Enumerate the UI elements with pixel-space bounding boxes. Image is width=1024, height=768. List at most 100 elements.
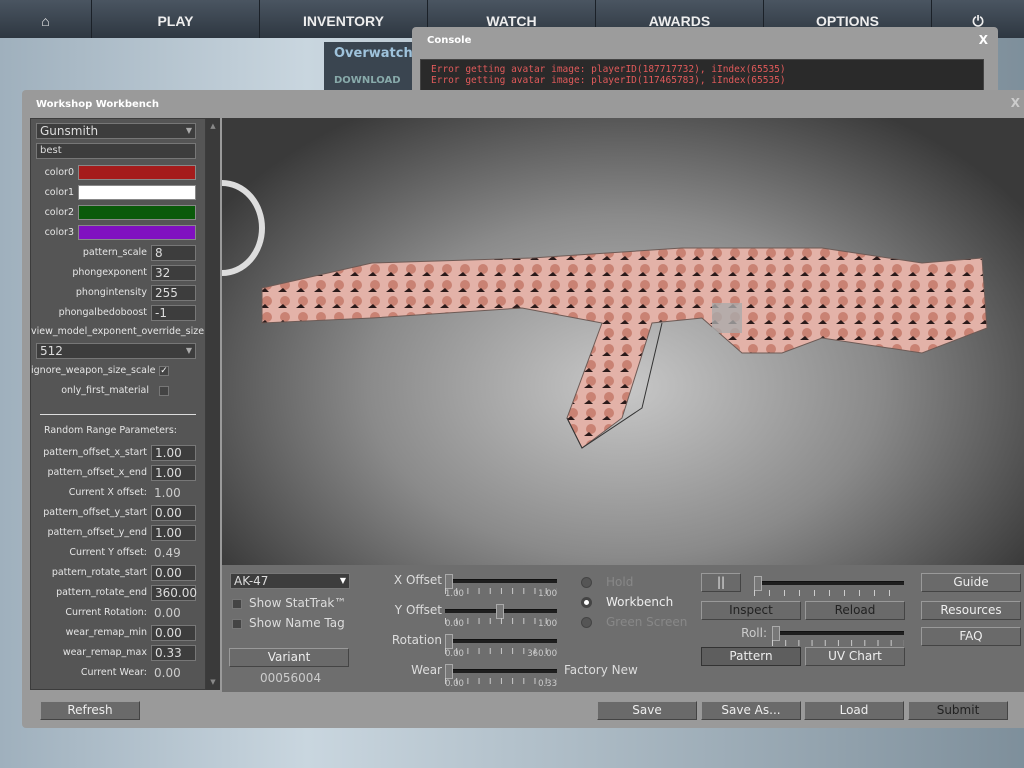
console-close-icon[interactable]: X [979, 33, 988, 47]
color-swatch[interactable] [78, 225, 196, 240]
settings-panel: Gunsmith ▼ best color0 color1 color2 color3 … [30, 118, 206, 690]
variant-id: 00056004 [260, 671, 322, 685]
workbench-title: Workshop Workbench [36, 99, 159, 110]
random-title: Random Range Parameters: [43, 425, 177, 436]
weapon-value: AK-47 [234, 574, 269, 588]
stattrak-label: Show StatTrak™ [249, 596, 347, 610]
chevron-down-icon: ▼ [185, 346, 192, 355]
slider-label: Y Offset [394, 603, 442, 617]
ignore-label: ignore_weapon_size_scale [31, 365, 156, 376]
first-material-label: only_first_material [61, 385, 149, 396]
slider-track[interactable] [445, 574, 557, 594]
mode-dropdown[interactable]: Gunsmith ▼ [36, 123, 196, 139]
param-input[interactable]: -1 [151, 305, 196, 321]
range-label: pattern_offset_y_start [43, 507, 147, 518]
guide-button[interactable]: Guide [921, 573, 1021, 592]
slider-track[interactable] [445, 634, 557, 654]
slider-handle[interactable] [772, 626, 780, 641]
pause-button[interactable]: || [701, 573, 741, 592]
range-label: Current X offset: [68, 487, 147, 498]
chevron-down-icon: ▼ [185, 126, 192, 135]
scroll-up-icon[interactable]: ▲ [206, 122, 220, 130]
range-value: 0.49 [154, 546, 181, 560]
weapon-dropdown[interactable]: AK-47 ▼ [230, 573, 350, 589]
range-label: pattern_offset_x_start [43, 447, 147, 458]
submit-button[interactable]: Submit [908, 701, 1008, 720]
nametag-checkbox[interactable] [232, 619, 242, 629]
range-input[interactable]: 0.00 [151, 625, 196, 641]
faq-button[interactable]: FAQ [921, 627, 1021, 646]
slider-min: 0.00 [445, 649, 464, 659]
vm-size-value: 512 [40, 344, 63, 358]
color-swatch[interactable] [78, 205, 196, 220]
slider-handle[interactable] [445, 634, 453, 649]
overwatch-download[interactable]: DOWNLOAD [334, 75, 414, 86]
param-input[interactable]: 8 [151, 245, 196, 261]
param-input[interactable]: 32 [151, 265, 196, 281]
slider-track[interactable] [445, 604, 557, 624]
uv-chart-button[interactable]: UV Chart [805, 647, 905, 666]
slider-handle[interactable] [445, 664, 453, 679]
slider-min: 1.00 [445, 589, 464, 599]
save-as-button[interactable]: Save As... [701, 701, 801, 720]
variant-button[interactable]: Variant [229, 648, 349, 667]
color-swatch[interactable] [78, 185, 196, 200]
range-label: pattern_rotate_start [51, 567, 147, 578]
nav-inventory[interactable]: INVENTORY [260, 0, 428, 38]
stattrak-checkbox[interactable] [232, 599, 242, 609]
reload-button[interactable]: Reload [805, 601, 905, 620]
color-label: color2 [44, 207, 74, 218]
resources-button[interactable]: Resources [921, 601, 1021, 620]
range-input[interactable]: 1.00 [151, 465, 196, 481]
slider-min: 0.00 [445, 619, 464, 629]
slider-max: 1.00 [538, 619, 557, 629]
range-input[interactable]: 1.00 [151, 525, 196, 541]
target-decor [179, 180, 265, 276]
refresh-button[interactable]: Refresh [40, 701, 140, 720]
param-input[interactable]: 255 [151, 285, 196, 301]
slider-min: 0.00 [445, 679, 464, 689]
timeline-slider[interactable] [754, 576, 904, 596]
weapon-preview-viewport[interactable] [179, 118, 1024, 565]
controls-panel: AK-47 ▼ Show StatTrak™ Show Name Tag Vari… [222, 565, 1024, 692]
vm-label: view_model_exponent_override_size [31, 326, 205, 337]
settings-scrollbar[interactable]: ▲ ▼ [206, 118, 220, 690]
range-input[interactable]: 0.00 [151, 505, 196, 521]
mode-label: Green Screen [606, 615, 688, 629]
param-label: phongintensity [75, 287, 147, 298]
chevron-down-icon: ▼ [339, 576, 346, 585]
roll-slider[interactable] [772, 626, 904, 646]
first-material-checkbox[interactable] [159, 386, 169, 396]
range-value: 1.00 [154, 486, 181, 500]
range-input[interactable]: 360.00 [151, 585, 197, 601]
range-label: Current Rotation: [65, 607, 147, 618]
color-label: color1 [44, 187, 74, 198]
pattern-button[interactable]: Pattern [701, 647, 801, 666]
home-button[interactable]: ⌂ [0, 0, 92, 38]
slider-handle[interactable] [445, 574, 453, 589]
vm-size-dropdown[interactable]: 512 ▼ [36, 343, 196, 359]
workbench-close-icon[interactable]: X [1011, 96, 1020, 110]
range-input[interactable]: 0.00 [151, 565, 196, 581]
nametag-label: Show Name Tag [249, 616, 345, 630]
mode-radio[interactable] [581, 597, 592, 608]
range-input[interactable]: 0.33 [151, 645, 196, 661]
save-button[interactable]: Save [597, 701, 697, 720]
slider-handle[interactable] [754, 576, 762, 591]
slider-label: X Offset [393, 573, 442, 587]
slider-handle[interactable] [495, 604, 504, 619]
mode-label: Workbench [606, 595, 674, 609]
range-input[interactable]: 1.00 [151, 445, 196, 461]
name-input[interactable]: best [36, 143, 196, 159]
range-label: pattern_offset_y_end [47, 527, 147, 538]
range-value: 0.00 [154, 666, 181, 680]
nav-play[interactable]: PLAY [92, 0, 260, 38]
slider-track[interactable] [445, 664, 557, 684]
range-value: 0.00 [154, 606, 181, 620]
divider [40, 414, 196, 415]
load-button[interactable]: Load [804, 701, 904, 720]
scroll-down-icon[interactable]: ▼ [206, 678, 220, 686]
inspect-button[interactable]: Inspect [701, 601, 801, 620]
color-swatch[interactable] [78, 165, 196, 180]
ignore-size-checkbox[interactable]: ✓ [159, 366, 169, 376]
